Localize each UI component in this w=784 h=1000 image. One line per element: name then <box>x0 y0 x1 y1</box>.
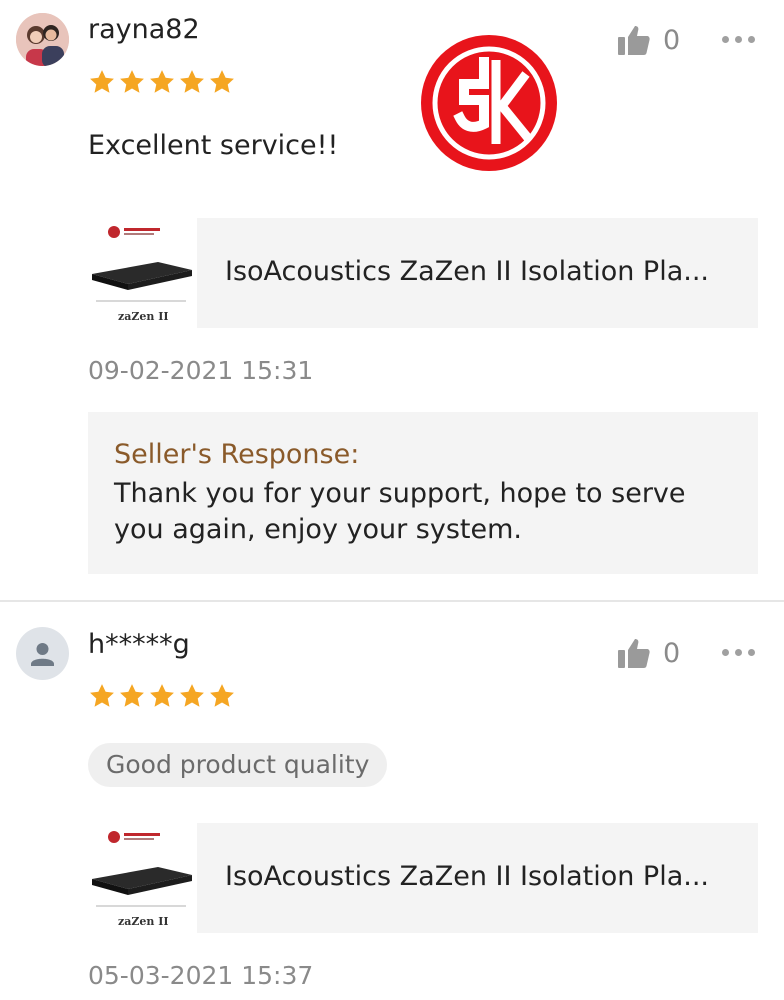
review-tag: Good product quality <box>88 743 388 787</box>
user-avatar[interactable] <box>16 13 69 66</box>
product-title-box[interactable]: IsoAcoustics ZaZen II Isolation Pla... <box>197 823 758 933</box>
product-thumbnail: zaZen II <box>88 823 196 933</box>
star-icon <box>120 684 144 707</box>
thumbnail-caption: zaZen II <box>118 915 169 928</box>
product-thumbnail: zaZen II <box>88 218 196 328</box>
star-icon <box>120 70 144 93</box>
star-rating <box>88 68 236 96</box>
thumbs-up-icon <box>618 639 650 668</box>
product-card[interactable]: zaZen II IsoAcoustics ZaZen II Isolation… <box>88 218 758 328</box>
star-icon <box>210 70 234 93</box>
star-icon <box>180 684 204 707</box>
review-text: Excellent service!! <box>88 130 339 161</box>
review-item: h*****g 0 Good product quality zaZen II … <box>0 603 784 1000</box>
user-photo-icon <box>16 13 69 66</box>
seller-response: Seller's Response: Thank you for your su… <box>88 412 758 574</box>
review-item: rayna82 0 Excellent service!! zaZen II I… <box>0 0 784 600</box>
product-title[interactable]: IsoAcoustics ZaZen II Isolation Pla... <box>225 861 709 892</box>
seller-response-text: Thank you for your support, hope to serv… <box>114 478 686 545</box>
like-button[interactable]: 0 <box>617 637 680 669</box>
default-user-icon <box>31 643 54 666</box>
like-count: 0 <box>663 637 681 669</box>
like-count: 0 <box>663 24 681 56</box>
review-date: 05-03-2021 15:37 <box>88 961 314 990</box>
review-divider <box>0 600 784 602</box>
username: rayna82 <box>88 14 200 45</box>
star-icon <box>150 70 174 93</box>
star-icon <box>90 684 114 707</box>
thumbnail-caption: zaZen II <box>118 310 169 323</box>
star-icon <box>90 70 114 93</box>
star-icon <box>210 684 234 707</box>
product-title-box[interactable]: IsoAcoustics ZaZen II Isolation Pla... <box>197 218 758 328</box>
more-options-icon[interactable] <box>722 649 755 656</box>
username: h*****g <box>88 629 190 660</box>
user-avatar[interactable] <box>16 627 69 680</box>
product-card[interactable]: zaZen II IsoAcoustics ZaZen II Isolation… <box>88 823 758 933</box>
seller-response-label: Seller's Response: <box>114 439 360 470</box>
more-options-icon[interactable] <box>722 36 755 43</box>
like-button[interactable]: 0 <box>617 24 680 56</box>
star-rating <box>88 682 236 710</box>
thumbs-up-icon <box>618 26 650 55</box>
star-icon <box>150 684 174 707</box>
star-icon <box>180 70 204 93</box>
product-title[interactable]: IsoAcoustics ZaZen II Isolation Pla... <box>225 256 709 287</box>
review-date: 09-02-2021 15:31 <box>88 356 314 385</box>
brand-watermark-logo <box>421 35 557 171</box>
